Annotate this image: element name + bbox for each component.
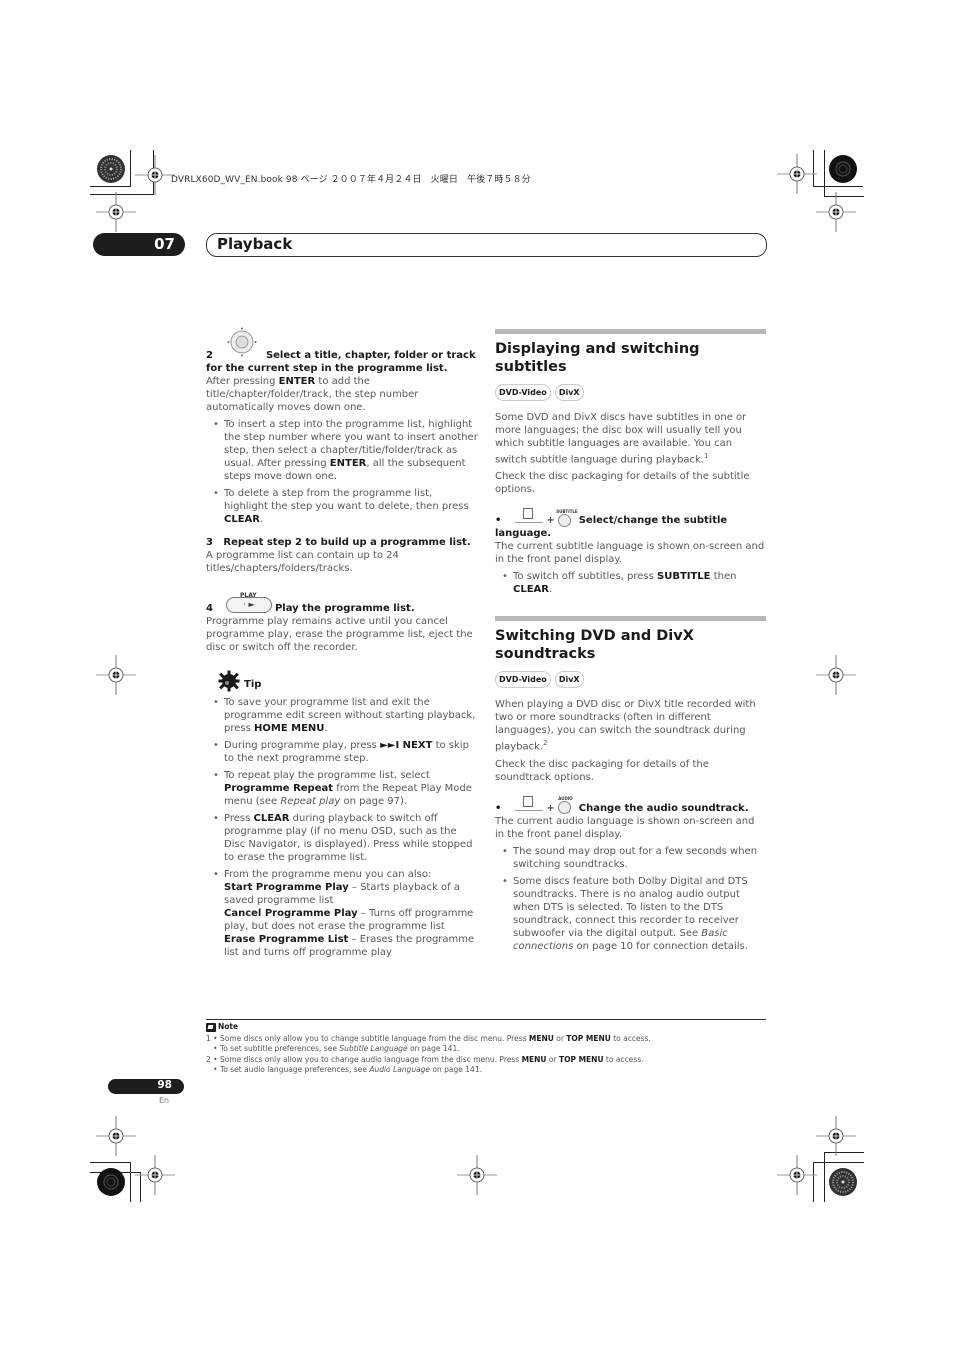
right-column: Displaying and switching subtitles DVD-V… bbox=[495, 329, 766, 957]
badge-divx: DivX bbox=[554, 671, 584, 689]
section-title: Switching DVD and DivX soundtracks bbox=[495, 628, 694, 663]
page-number: 98 bbox=[157, 1079, 172, 1091]
list-item: The sound may drop out for a few seconds… bbox=[495, 845, 766, 871]
list-item: During programme play, press ►►I NEXT to… bbox=[206, 739, 478, 765]
audio-button-label: AUDIO bbox=[558, 796, 573, 802]
list-item: To switch off subtitles, press SUBTITLE … bbox=[495, 570, 766, 596]
subtitle-action: • + SUBTITLE Select/change the subtitle … bbox=[495, 508, 766, 540]
step-number: 2 bbox=[206, 350, 213, 361]
crop-mark bbox=[130, 1162, 131, 1202]
step-body: Programme play remains active until you … bbox=[206, 616, 473, 653]
footnote-2: 2 • Some discs only allow you to change … bbox=[206, 1054, 644, 1075]
crosshair-mark-icon bbox=[96, 1116, 136, 1156]
registration-target-icon bbox=[829, 155, 857, 183]
file-header: DVRLX60D_WV_EN.book 98 ページ ２００７年４月２４日 火曜… bbox=[171, 175, 531, 185]
list-item: Some discs feature both Dolby Digital an… bbox=[495, 875, 766, 953]
step-number: 3 bbox=[206, 537, 213, 548]
disc-type-badges: DVD-Video DivX bbox=[495, 384, 766, 401]
step-heading: Play the programme list. bbox=[274, 603, 415, 614]
packaging-paragraph: Check the disc packaging for details of … bbox=[495, 758, 709, 783]
action-body: The current subtitle language is shown o… bbox=[495, 541, 765, 566]
crop-mark bbox=[130, 150, 131, 186]
crop-mark bbox=[813, 186, 863, 187]
step-4: PLAY · ► 4 Play the programme list. Progr… bbox=[206, 589, 478, 654]
footnotes: Note 1 • Some discs only allow you to ch… bbox=[206, 1019, 766, 1076]
tip-gear-icon bbox=[218, 670, 240, 692]
step-body: A programme list can contain up to 24 ti… bbox=[206, 550, 399, 574]
crosshair-mark-icon bbox=[816, 655, 856, 695]
list-item: To delete a step from the programme list… bbox=[206, 487, 478, 526]
left-column: 2 Select a title, chapter, folder or tra… bbox=[206, 327, 478, 963]
crosshair-mark-icon bbox=[96, 192, 136, 232]
list-item: To repeat play the programme list, selec… bbox=[206, 769, 478, 808]
step-heading: Repeat step 2 to build up a programme li… bbox=[223, 537, 471, 548]
chapter-title: Playback bbox=[217, 235, 293, 253]
crop-mark bbox=[90, 186, 131, 187]
subtitle-remote-icon bbox=[514, 508, 543, 524]
step-body: After pressing ENTER to add the title/ch… bbox=[206, 376, 419, 413]
enter-dial-icon bbox=[227, 327, 257, 357]
list-item: Press CLEAR during playback to switch of… bbox=[206, 812, 478, 864]
registration-target-icon bbox=[97, 155, 125, 183]
crosshair-mark-icon bbox=[457, 1155, 497, 1195]
badge-dvd-video: DVD-Video bbox=[495, 384, 551, 401]
registration-target-icon bbox=[829, 1168, 857, 1196]
chapter-number: 07 bbox=[154, 235, 175, 253]
packaging-paragraph: Check the disc packaging for details of … bbox=[495, 471, 750, 496]
tip-box: Tip To save your programme list and exit… bbox=[206, 670, 478, 959]
crop-mark bbox=[90, 1162, 131, 1163]
disc-type-badges: DVD-Video DivX bbox=[495, 671, 766, 689]
crosshair-mark-icon bbox=[816, 192, 856, 232]
tip-label: Tip bbox=[244, 678, 262, 690]
crop-mark bbox=[813, 1162, 864, 1163]
step-number: 4 bbox=[206, 603, 213, 614]
badge-divx: DivX bbox=[554, 384, 584, 401]
action-body: The current audio language is shown on-s… bbox=[495, 815, 755, 840]
crosshair-mark-icon bbox=[777, 154, 817, 194]
page-language: En bbox=[159, 1096, 170, 1105]
crosshair-mark-icon bbox=[135, 1155, 175, 1195]
list-item: To save your programme list and exit the… bbox=[206, 696, 478, 735]
section-bar bbox=[495, 616, 766, 622]
subtitle-bullets: To switch off subtitles, press SUBTITLE … bbox=[495, 570, 766, 596]
crosshair-mark-icon bbox=[135, 155, 175, 195]
badge-dvd-video: DVD-Video bbox=[495, 671, 551, 689]
note-icon bbox=[206, 1022, 216, 1032]
chapter-number-tab: 07 bbox=[93, 233, 185, 256]
play-button-icon: · ► bbox=[226, 597, 272, 613]
intro-paragraph: Some DVD and DivX discs have subtitles i… bbox=[495, 412, 747, 466]
audio-remote-icon bbox=[514, 795, 543, 811]
subtitle-button-label: SUBTITLE bbox=[556, 508, 578, 514]
page-number-tab: 98 bbox=[108, 1079, 184, 1094]
footnote-1: 1 • Some discs only allow you to change … bbox=[206, 1033, 651, 1054]
section-title: Displaying and switching subtitles bbox=[495, 341, 700, 375]
crosshair-mark-icon bbox=[816, 1116, 856, 1156]
crosshair-mark-icon bbox=[777, 1155, 817, 1195]
tip-bullets: To save your programme list and exit the… bbox=[206, 696, 478, 959]
soundtrack-bullets: The sound may drop out for a few seconds… bbox=[495, 845, 766, 953]
crosshair-mark-icon bbox=[96, 655, 136, 695]
list-item: To insert a step into the programme list… bbox=[206, 418, 478, 483]
section-bar bbox=[495, 329, 766, 334]
crop-mark bbox=[824, 150, 825, 197]
intro-paragraph: When playing a DVD disc or DivX title re… bbox=[495, 699, 756, 753]
step-3: 3 Repeat step 2 to build up a programme … bbox=[206, 536, 478, 575]
chapter-title-bar: Playback bbox=[206, 233, 767, 257]
crop-mark bbox=[824, 1152, 825, 1202]
step-2-bullets: To insert a step into the programme list… bbox=[206, 418, 478, 526]
list-item: From the programme menu you can also: St… bbox=[206, 868, 478, 959]
subtitles-section: Displaying and switching subtitles DVD-V… bbox=[495, 329, 766, 596]
audio-action: • + AUDIO Change the audio soundtrack. bbox=[495, 795, 766, 815]
soundtracks-section: Switching DVD and DivX soundtracks DVD-V… bbox=[495, 616, 766, 952]
action-heading: Change the audio soundtrack. bbox=[578, 802, 749, 814]
step-2: 2 Select a title, chapter, folder or tra… bbox=[206, 327, 478, 526]
registration-target-icon bbox=[97, 1168, 125, 1196]
note-label: Note bbox=[218, 1022, 239, 1031]
